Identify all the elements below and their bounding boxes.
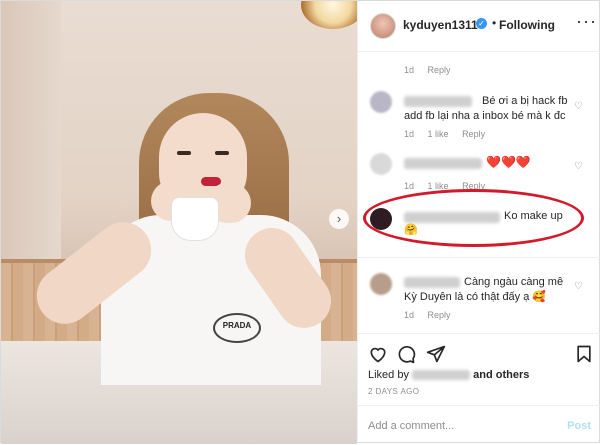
- liked-by-prefix: Liked by: [368, 369, 409, 381]
- shirt-logo: PRADA: [213, 313, 261, 343]
- instagram-post: PRADA › kyduyen1311 ✓ • Following ··· 1d…: [0, 0, 600, 445]
- reply-button[interactable]: Reply: [462, 129, 485, 139]
- reply-button[interactable]: Reply: [428, 310, 451, 320]
- commenter-name-blurred[interactable]: [404, 158, 482, 169]
- like-comment-heart-icon[interactable]: ♡: [574, 161, 583, 172]
- following-button[interactable]: Following: [499, 18, 555, 32]
- wall-lamp: [301, 1, 357, 29]
- comment-meta: 1d 1 like Reply: [404, 129, 496, 139]
- separator: [358, 257, 600, 258]
- right-eye: [215, 151, 229, 155]
- header-separator: •: [492, 16, 497, 30]
- add-comment-bar: Add a comment... Post: [358, 405, 600, 445]
- comment-meta: 1d Reply: [404, 65, 462, 75]
- verified-badge-icon: ✓: [476, 18, 487, 29]
- comment-time[interactable]: 1d: [404, 310, 414, 320]
- commenter-avatar[interactable]: [370, 153, 392, 175]
- left-eye: [177, 151, 191, 155]
- share-paper-plane-icon[interactable]: [426, 344, 446, 364]
- comment-time[interactable]: 1d: [404, 181, 414, 191]
- like-comment-heart-icon[interactable]: ♡: [574, 101, 583, 112]
- comment-time[interactable]: 1d: [404, 65, 414, 75]
- comment-text: ❤️❤️❤️: [486, 155, 531, 169]
- comment-text: Càng ngàu càng mê Kỳ Duyên là có thật đấ…: [404, 276, 564, 303]
- author-username[interactable]: kyduyen1311: [403, 18, 478, 32]
- comment-bubble-icon[interactable]: [396, 344, 416, 364]
- like-comment-heart-icon[interactable]: ♡: [574, 281, 583, 292]
- save-bookmark-icon[interactable]: [574, 344, 594, 364]
- liked-by: Liked by and others: [368, 369, 529, 381]
- post-comment-button[interactable]: Post: [567, 420, 591, 432]
- commenter-avatar[interactable]: [370, 273, 392, 295]
- liked-by-suffix[interactable]: and others: [473, 369, 529, 381]
- comment-likes[interactable]: 1 like: [428, 129, 449, 139]
- reply-button[interactable]: Reply: [428, 65, 451, 75]
- wall-shadow: [1, 1, 61, 261]
- comment-text: Bé ơi a bị hack fb add fb lại nha a inbo…: [404, 95, 568, 122]
- face-mask: [171, 197, 219, 241]
- comment-time[interactable]: 1d: [404, 129, 414, 139]
- liked-by-user-blurred[interactable]: [412, 370, 471, 381]
- action-bar: [358, 333, 600, 370]
- comment-meta: 1d Reply: [404, 310, 462, 320]
- red-highlight-ellipse: [363, 189, 584, 247]
- post-photo[interactable]: PRADA ›: [1, 1, 357, 444]
- next-photo-button[interactable]: ›: [329, 209, 349, 229]
- post-date: 2 DAYS AGO: [368, 387, 420, 396]
- more-options-icon[interactable]: ···: [576, 11, 597, 32]
- author-avatar[interactable]: [370, 13, 396, 39]
- like-heart-icon[interactable]: [368, 344, 388, 364]
- add-comment-input[interactable]: Add a comment...: [368, 420, 454, 432]
- commenter-avatar[interactable]: [370, 91, 392, 113]
- post-header: kyduyen1311 ✓ • Following ···: [358, 1, 600, 52]
